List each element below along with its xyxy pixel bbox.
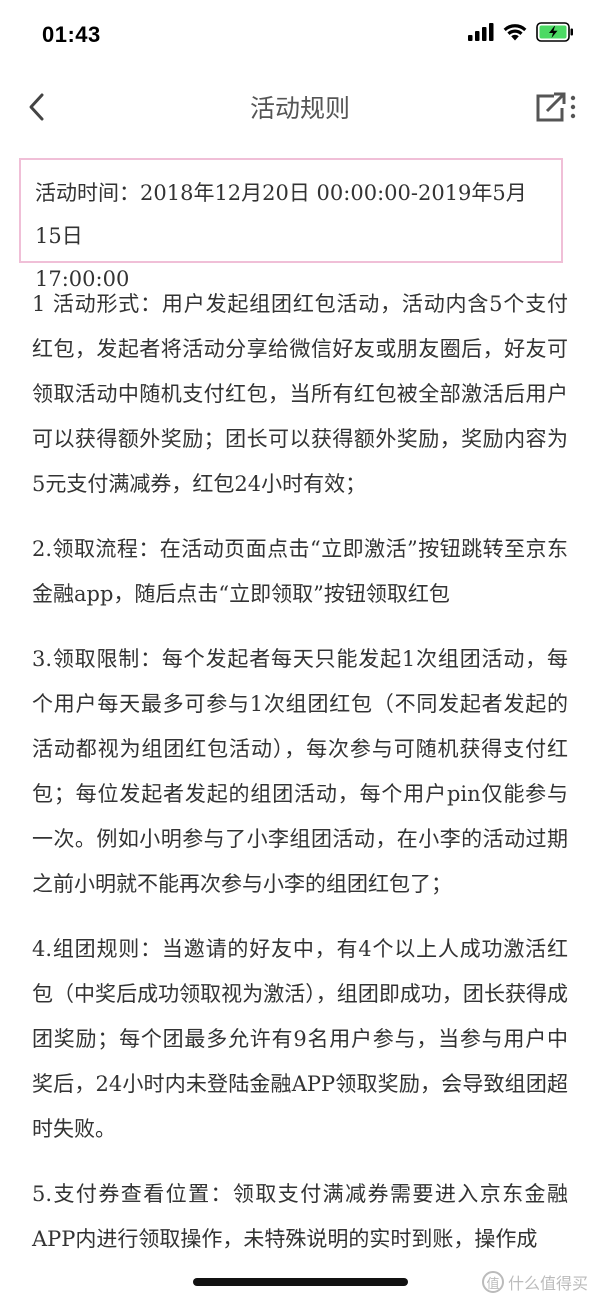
rules-list: 1 活动形式：用户发起组团红包活动，活动内含5个支付红包，发起者将活动分享给微信… xyxy=(32,282,568,1282)
watermark-text: 什么值得买 xyxy=(507,1274,588,1293)
zhi-icon: 值 xyxy=(481,1271,504,1293)
status-icons xyxy=(468,21,574,47)
activity-time-line1: 活动时间：2018年12月20日 00:00:00-2019年5月15日 xyxy=(35,181,527,248)
rule-item-1: 1 活动形式：用户发起组团红包活动，活动内含5个支付红包，发起者将活动分享给微信… xyxy=(32,292,568,496)
home-indicator[interactable] xyxy=(193,1278,408,1286)
nav-bar: 活动规则 xyxy=(0,72,600,142)
wifi-icon xyxy=(503,23,527,46)
rule-item-2: 2.领取流程：在活动页面点击“立即激活”按钮跳转至京东金融app，随后点击“立即… xyxy=(32,537,568,606)
signal-icon xyxy=(468,22,494,46)
rule-item-4: 4.组团规则：当邀请的好友中，有4个以上人成功激活红包（中奖后成功领取视为激活）… xyxy=(32,937,568,1141)
watermark: 值 什么值得买 xyxy=(481,1270,588,1294)
battery-charging-icon xyxy=(536,21,574,47)
rule-item-3: 3.领取限制：每个发起者每天只能发起1次组团活动，每个用户每天最多可参与1次组团… xyxy=(32,647,568,896)
rule-item-5: 5.支付券查看位置：领取支付满减券需要进入京东金融APP内进行领取操作，未特殊说… xyxy=(32,1182,568,1251)
share-icon xyxy=(536,92,576,122)
status-time: 01:43 xyxy=(42,22,101,47)
activity-time-box: 活动时间：2018年12月20日 00:00:00-2019年5月15日 17:… xyxy=(19,158,563,291)
share-button[interactable] xyxy=(532,86,578,130)
status-bar: 01:43 xyxy=(0,0,600,72)
page-title: 活动规则 xyxy=(249,94,350,123)
